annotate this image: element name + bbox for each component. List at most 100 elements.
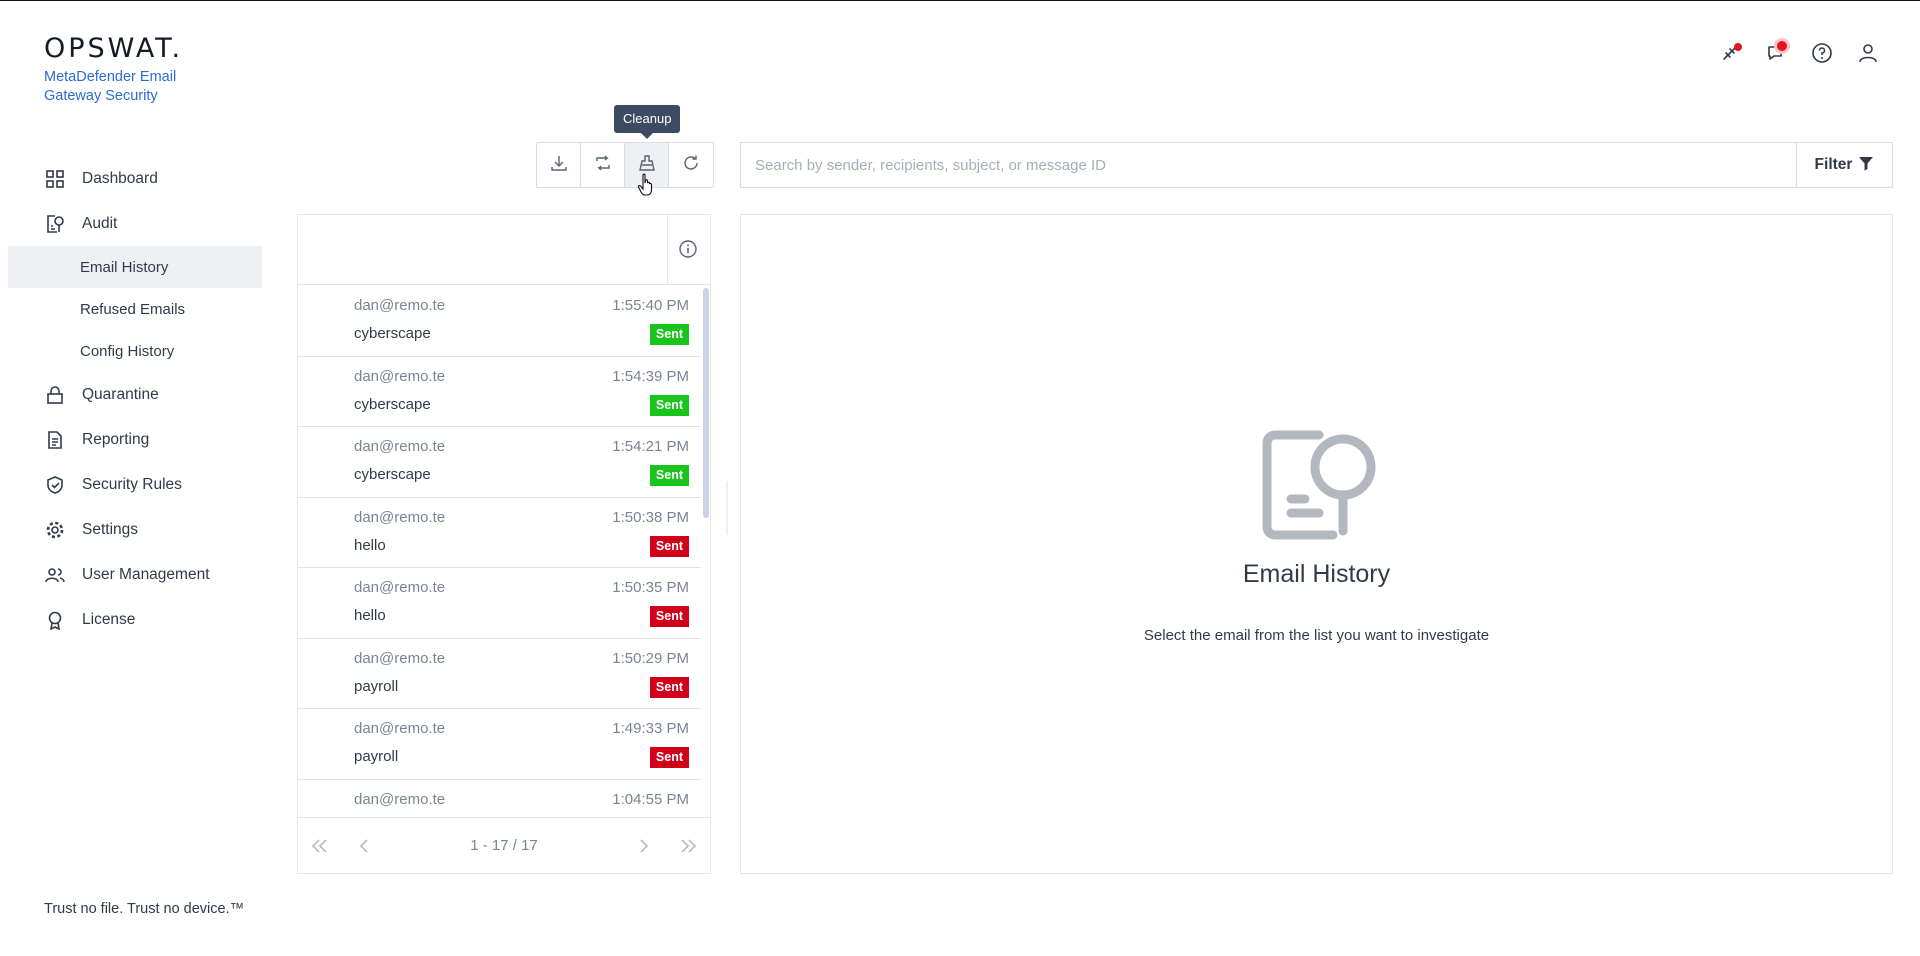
email-subject: hello [354,536,386,554]
email-sender: dan@remo.te [354,790,446,808]
email-subject: cyberscape [354,325,431,342]
status-badge: Sent [649,676,689,698]
sidebar-item-refused-emails[interactable]: Refused Emails [8,288,262,330]
page-info: 1 - 17 / 17 [470,837,538,854]
email-subject: payroll [354,677,399,695]
first-page-button[interactable] [298,818,342,874]
email-sender: dan@remo.te [354,649,446,667]
list-scrollbar[interactable] [701,286,711,818]
user-icon[interactable] [1856,41,1880,65]
email-row[interactable]: dan@remo.te 1:50:38 PM hello Sent [298,498,701,568]
sidebar-item-label: Reporting [82,430,150,448]
hand-cursor-icon [637,173,655,202]
sidebar-item-label: Settings [82,520,139,538]
email-row[interactable]: dan@remo.te 1:55:40 PM cyberscape Sent [298,286,701,357]
export-button[interactable] [537,143,581,187]
audit-icon [45,214,65,234]
panel-splitter[interactable] [726,481,728,535]
sidebar-item-dashboard[interactable]: Dashboard [8,156,262,201]
email-time: 1:04:55 PM [612,790,689,808]
status-badge: Sent [649,465,689,486]
prev-page-button[interactable] [342,818,386,874]
document-icon [45,430,65,450]
email-time: 1:54:39 PM [612,367,689,385]
email-list: dan@remo.te 1:55:40 PM cyberscape Sent dan@r… [298,286,701,818]
info-icon[interactable] [678,239,698,264]
email-sender: dan@remo.te [354,508,446,526]
sidebar-item-quarantine[interactable]: Quarantine [8,372,262,417]
sidebar-item-label: User Management [82,565,210,583]
email-sender: dan@remo.te [354,720,446,737]
sidebar-item-settings[interactable]: Settings [8,507,262,552]
email-time: 1:50:35 PM [612,579,689,596]
filter-button[interactable]: Filter [1796,143,1892,187]
product-name: MetaDefender Email Gateway Security [44,69,177,104]
email-search-icon [1261,427,1377,548]
filter-label: Filter [1814,156,1853,173]
lock-icon [45,385,65,405]
sidebar-item-email-history[interactable]: Email History [8,246,262,288]
empty-state-title: Email History [1242,560,1391,588]
sidebar-item-audit[interactable]: Audit [8,201,262,246]
sidebar-item-label: Dashboard [82,169,158,187]
status-badge: Sent [649,535,689,557]
email-time: 1:55:40 PM [612,297,689,314]
sidebar-item-label: License [82,610,136,628]
users-icon [45,565,65,585]
next-page-button[interactable] [622,818,666,874]
email-row[interactable]: dan@remo.te 1:54:39 PM cyberscape Sent [298,357,701,427]
email-subject: payroll [354,748,399,765]
search-input[interactable] [741,143,1796,187]
email-detail-panel: Email History Select the email from the … [740,214,1893,874]
list-header [298,215,710,285]
sidebar-item-label: Security Rules [82,475,182,493]
sidebar-item-label: Config History [80,342,175,360]
email-row[interactable]: dan@remo.te 1:54:21 PM cyberscape Sent [298,427,701,498]
email-row[interactable]: dan@remo.te 1:49:33 PM payroll Sent [298,709,701,780]
search-bar: Filter [740,142,1893,188]
tagline: Trust no file. Trust no device.™ [44,901,245,917]
shield-check-icon [45,475,65,495]
sidebar-item-user-management[interactable]: User Management [8,552,262,597]
email-sender: dan@remo.te [354,297,446,314]
award-icon [45,610,65,630]
sidebar-item-reporting[interactable]: Reporting [8,417,262,462]
list-toolbar [536,142,714,188]
email-time: 1:54:21 PM [612,438,689,455]
email-row[interactable]: dan@remo.te 1:50:29 PM payroll Sent [298,639,701,709]
refresh-button[interactable] [669,143,713,187]
integration-icon[interactable] [1718,41,1742,65]
email-row[interactable]: dan@remo.te 1:50:35 PM hello Sent [298,568,701,639]
email-time: 1:50:38 PM [612,508,689,526]
sidebar-item-label: Email History [80,258,169,276]
notifications-icon[interactable] [1764,41,1788,65]
download-icon [550,154,568,177]
email-time: 1:49:33 PM [612,720,689,737]
status-badge: Sent [649,606,689,627]
status-badge: Sent [649,747,689,768]
gear-icon [45,520,65,540]
sidebar-item-config-history[interactable]: Config History [8,330,262,372]
email-subject: cyberscape [354,466,431,483]
reprocess-button[interactable] [581,143,625,187]
sidebar-nav: Dashboard Audit Email History Refused Email… [8,156,262,642]
repeat-icon [594,154,612,177]
sidebar-item-label: Refused Emails [80,300,186,318]
scrollbar-thumb[interactable] [703,288,709,518]
pagination: 1 - 17 / 17 [298,817,710,873]
dashboard-icon [45,169,65,189]
last-page-button[interactable] [666,818,710,874]
sidebar-item-license[interactable]: License [8,597,262,642]
sidebar-item-label: Quarantine [82,385,159,403]
logo[interactable]: OPSWAT. MetaDefender Email Gateway Secur… [44,33,214,106]
sidebar-item-label: Audit [82,214,118,232]
help-icon[interactable] [1810,41,1834,65]
notification-dot [1777,41,1787,51]
cleanup-tooltip: Cleanup [614,105,681,139]
sidebar-item-security-rules[interactable]: Security Rules [8,462,262,507]
email-time: 1:50:29 PM [612,649,689,667]
email-row[interactable]: dan@remo.te1:04:55 PMhelloSent [298,780,701,818]
email-sender: dan@remo.te [354,367,446,385]
refresh-icon [682,154,700,177]
logo-wordmark: OPSWAT. [44,33,184,64]
